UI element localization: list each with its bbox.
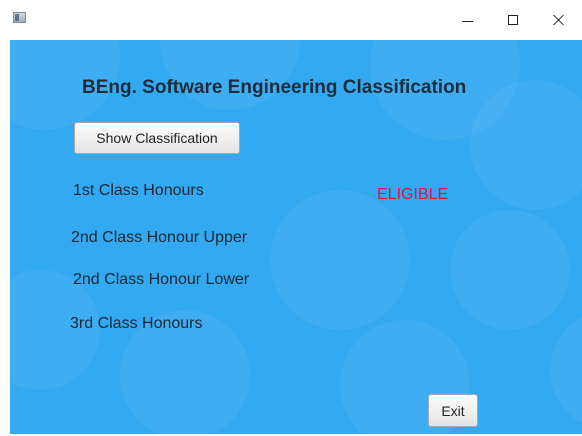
classification-label-third: 3rd Class Honours bbox=[70, 315, 203, 332]
minimize-icon bbox=[461, 21, 473, 22]
app-window-icon bbox=[13, 12, 26, 23]
maximize-icon bbox=[508, 15, 518, 25]
eligibility-status: ELIGIBLE bbox=[377, 186, 449, 203]
background-bubble bbox=[550, 310, 582, 430]
title-bar bbox=[0, 0, 582, 40]
minimize-button[interactable] bbox=[444, 0, 490, 40]
classification-label-lower-second: 2nd Class Honour Lower bbox=[73, 271, 250, 288]
background-bubble bbox=[450, 210, 570, 330]
background-bubble bbox=[470, 80, 582, 210]
classification-label-first: 1st Class Honours bbox=[73, 182, 204, 199]
close-button[interactable] bbox=[536, 0, 582, 40]
page-title: BEng. Software Engineering Classificatio… bbox=[82, 77, 467, 98]
background-bubble bbox=[160, 40, 300, 110]
show-classification-button[interactable]: Show Classification bbox=[74, 122, 240, 154]
classification-label-upper-second: 2nd Class Honour Upper bbox=[71, 229, 248, 246]
main-panel: BEng. Software Engineering Classificatio… bbox=[10, 40, 582, 434]
background-bubble bbox=[270, 190, 410, 330]
close-icon bbox=[553, 14, 565, 26]
app-window: BEng. Software Engineering Classificatio… bbox=[0, 0, 582, 436]
exit-button[interactable]: Exit bbox=[428, 394, 478, 427]
maximize-button[interactable] bbox=[490, 0, 536, 40]
